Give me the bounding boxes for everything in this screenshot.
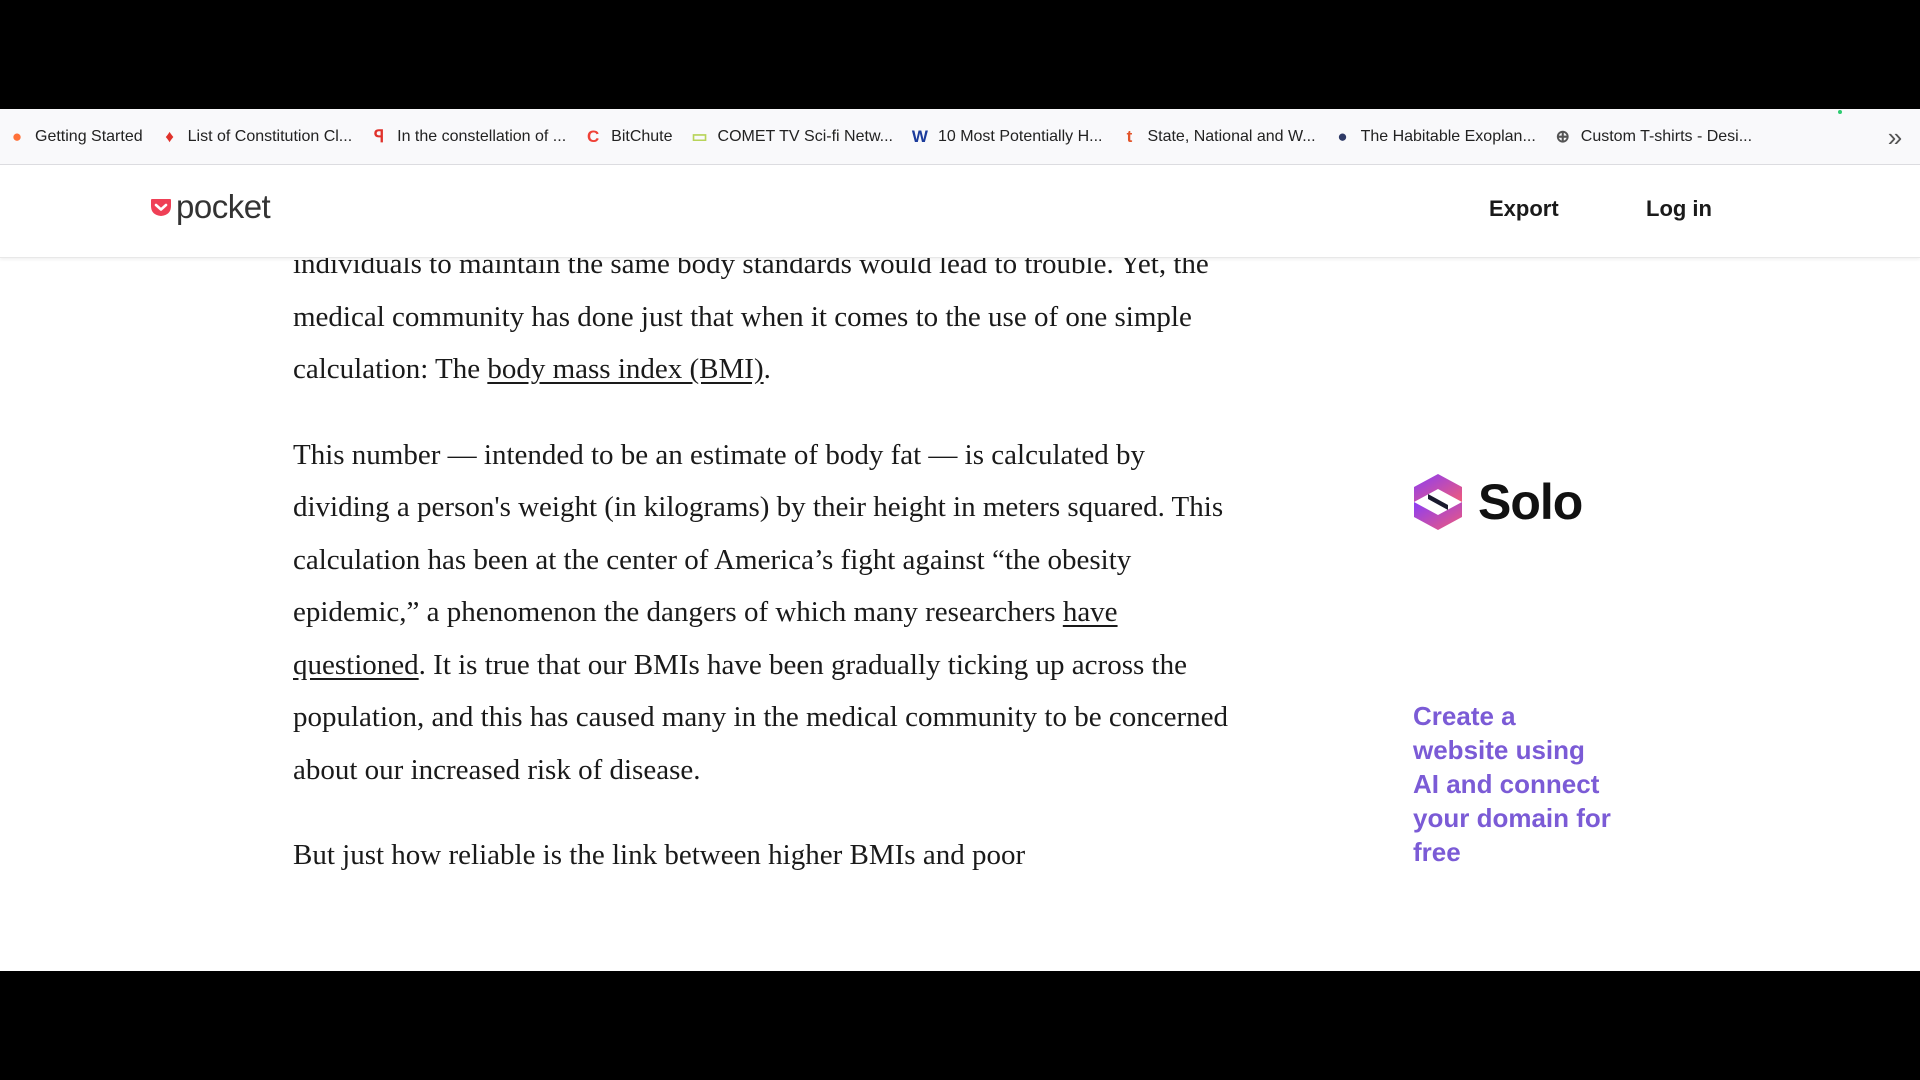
- bookmark-label: BitChute: [611, 127, 673, 145]
- bookmark-label: State, National and W...: [1147, 127, 1316, 145]
- article-paragraph: This number — intended to be an estimate…: [293, 429, 1233, 797]
- paragraph-text: But just how reliable is the link betwee…: [293, 839, 1026, 871]
- pocket-logo-icon: [151, 199, 171, 216]
- bookmark-label: In the constellation of ...: [397, 127, 567, 145]
- bookmark-item[interactable]: W 10 Most Potentially H...: [907, 122, 1113, 152]
- t-logo-icon: t: [1126, 127, 1133, 146]
- pocket-logo-text: pocket: [176, 188, 271, 225]
- export-link[interactable]: Export: [1489, 196, 1559, 222]
- planet-icon: ●: [1337, 127, 1348, 146]
- bookmarks-toolbar: ● Getting Started ♦ List of Constitution Cl…: [0, 109, 1920, 165]
- flag-icon: ꟼ: [374, 127, 385, 146]
- solo-logo-icon: [1414, 474, 1462, 530]
- bookmark-label: COMET TV Sci-fi Netw...: [717, 127, 893, 145]
- bookmark-item[interactable]: ▭ COMET TV Sci-fi Netw...: [687, 122, 903, 152]
- flame-icon: ♦: [165, 127, 174, 146]
- solo-ad-logo[interactable]: Solo: [1412, 472, 1632, 532]
- article-area: individuals to maintain the same body st…: [0, 257, 1920, 971]
- article-paragraph: But just how reliable is the link betwee…: [293, 829, 1233, 882]
- bmi-link[interactable]: body mass index (BMI): [487, 353, 763, 385]
- bookmark-label: Getting Started: [35, 127, 143, 145]
- browser-window: ● Getting Started ♦ List of Constitution Cl…: [0, 109, 1920, 971]
- sidebar-ad: Solo: [1412, 472, 1632, 532]
- bookmark-item[interactable]: ꟼ In the constellation of ...: [366, 122, 576, 152]
- globe-icon: ⊕: [1555, 127, 1570, 146]
- paragraph-text: .: [763, 353, 771, 385]
- status-dot: [1838, 110, 1842, 114]
- firefox-icon: ●: [11, 127, 23, 146]
- login-link[interactable]: Log in: [1646, 196, 1712, 222]
- bookmark-label: List of Constitution Cl...: [187, 127, 353, 145]
- bookmark-label: Custom T-shirts - Desi...: [1580, 127, 1753, 145]
- bitchute-icon: C: [587, 127, 600, 146]
- comet-icon: ▭: [691, 127, 708, 146]
- chevron-double-right-icon[interactable]: »: [1880, 122, 1910, 152]
- bookmark-label: 10 Most Potentially H...: [937, 127, 1103, 145]
- bookmark-item[interactable]: C BitChute: [580, 122, 682, 152]
- w-logo-icon: W: [911, 127, 928, 146]
- bookmark-item[interactable]: ● Getting Started: [4, 122, 153, 152]
- article-body: individuals to maintain the same body st…: [293, 257, 1233, 915]
- solo-brand-name: Solo: [1478, 474, 1583, 530]
- bookmark-item[interactable]: ● The Habitable Exoplan...: [1330, 122, 1546, 152]
- bookmark-item[interactable]: ♦ List of Constitution Cl...: [157, 122, 363, 152]
- pocket-header: pocket Export Log in: [0, 166, 1920, 258]
- bookmark-item[interactable]: t State, National and W...: [1116, 122, 1325, 152]
- bookmark-label: The Habitable Exoplan...: [1360, 127, 1536, 145]
- bookmark-item[interactable]: ⊕ Custom T-shirts - Desi...: [1550, 122, 1762, 152]
- ad-tagline-link[interactable]: Create a website using AI and connect yo…: [1413, 699, 1613, 869]
- paragraph-text: . It is true that our BMIs have been gra…: [293, 648, 1228, 786]
- pocket-logo[interactable]: pocket: [150, 188, 271, 226]
- article-paragraph: individuals to maintain the same body st…: [293, 257, 1233, 396]
